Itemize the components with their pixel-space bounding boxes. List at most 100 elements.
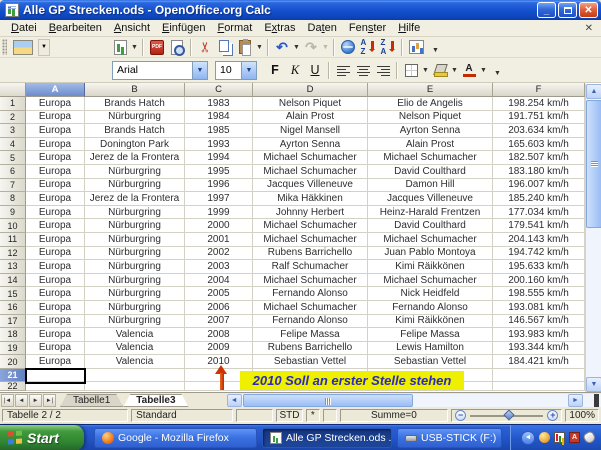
- cell-F12[interactable]: 194.742 km/h: [493, 247, 585, 261]
- font-color-icon[interactable]: [460, 61, 478, 79]
- export-pdf-icon[interactable]: [148, 38, 166, 56]
- cell-A16[interactable]: Europa: [26, 301, 85, 315]
- cell-D11[interactable]: Michael Schumacher: [253, 233, 368, 247]
- cell-A20[interactable]: Europa: [26, 355, 85, 369]
- align-right-icon[interactable]: [374, 61, 392, 79]
- new-document-icon[interactable]: [111, 38, 129, 56]
- cell-B6[interactable]: Nürburgring: [85, 165, 185, 179]
- cell-D16[interactable]: Michael Schumacher: [253, 301, 368, 315]
- redo-icon[interactable]: ↷: [302, 38, 320, 56]
- undo-icon[interactable]: ↶: [273, 38, 291, 56]
- cell-B8[interactable]: Jerez de la Frontera: [85, 192, 185, 206]
- cell-F13[interactable]: 195.633 km/h: [493, 260, 585, 274]
- cell-F11[interactable]: 204.143 km/h: [493, 233, 585, 247]
- menu-daten[interactable]: Daten: [302, 21, 343, 35]
- cell-B14[interactable]: Nürburgring: [85, 274, 185, 288]
- tray-mouse-icon[interactable]: [582, 430, 597, 445]
- cell-D19[interactable]: Rubens Barrichello: [253, 342, 368, 356]
- menu-extras[interactable]: Extras: [258, 21, 301, 35]
- cell-C11[interactable]: 2001: [185, 233, 253, 247]
- cell-A14[interactable]: Europa: [26, 274, 85, 288]
- vertical-scrollbar-thumb[interactable]: [586, 100, 601, 228]
- font-size-dropdown-icon[interactable]: ▼: [241, 62, 256, 79]
- font-color-dropdown[interactable]: ▼: [479, 61, 488, 79]
- cell-F20[interactable]: 184.421 km/h: [493, 355, 585, 369]
- taskbar-task-usb[interactable]: USB-STICK (F:): [397, 428, 502, 448]
- align-center-icon[interactable]: [354, 61, 372, 79]
- sort-descending-icon[interactable]: [379, 38, 397, 56]
- row-header-21[interactable]: 21: [0, 369, 26, 383]
- cell-C2[interactable]: 1984: [185, 111, 253, 125]
- cell-F22[interactable]: [493, 382, 585, 391]
- page-preview-icon[interactable]: [168, 38, 186, 56]
- cell-C10[interactable]: 2000: [185, 219, 253, 233]
- menu-format[interactable]: Format: [211, 21, 258, 35]
- copy-icon[interactable]: [216, 38, 234, 56]
- cell-A8[interactable]: Europa: [26, 192, 85, 206]
- cell-A17[interactable]: Europa: [26, 315, 85, 329]
- cell-D7[interactable]: Jacques Villeneuve: [253, 179, 368, 193]
- bold-button[interactable]: F: [266, 61, 284, 79]
- row-header-3[interactable]: 3: [0, 124, 26, 138]
- new-document-dropdown[interactable]: ▼: [130, 38, 139, 56]
- cell-E10[interactable]: David Coulthard: [368, 219, 493, 233]
- restore-button[interactable]: [558, 2, 577, 18]
- cell-C8[interactable]: 1997: [185, 192, 253, 206]
- cell-D10[interactable]: Michael Schumacher: [253, 219, 368, 233]
- cell-C14[interactable]: 2004: [185, 274, 253, 288]
- menu-fenster[interactable]: Fenster: [343, 21, 392, 35]
- menu-bearbeiten[interactable]: Bearbeiten: [43, 21, 108, 35]
- row-header-11[interactable]: 11: [0, 233, 26, 247]
- cell-E20[interactable]: Sebastian Vettel: [368, 355, 493, 369]
- row-header-12[interactable]: 12: [0, 247, 26, 261]
- cell-F6[interactable]: 183.180 km/h: [493, 165, 585, 179]
- redo-dropdown[interactable]: ▼: [321, 38, 330, 56]
- cell-D17[interactable]: Fernando Alonso: [253, 315, 368, 329]
- start-button[interactable]: Start: [0, 425, 84, 450]
- cell-E15[interactable]: Nick Heidfeld: [368, 287, 493, 301]
- next-sheet-icon[interactable]: ►: [29, 394, 42, 407]
- row-header-2[interactable]: 2: [0, 111, 26, 125]
- cell-A11[interactable]: Europa: [26, 233, 85, 247]
- background-gradient-swatch-icon[interactable]: [11, 38, 35, 56]
- zoom-slider[interactable]: [470, 415, 543, 417]
- close-button[interactable]: ✕: [579, 2, 598, 18]
- toolbar-overflow-dropdown[interactable]: ▼: [430, 38, 441, 56]
- cell-F16[interactable]: 193.081 km/h: [493, 301, 585, 315]
- cell-E3[interactable]: Ayrton Senna: [368, 124, 493, 138]
- cell-E1[interactable]: Elio de Angelis: [368, 97, 493, 111]
- insert-chart-icon[interactable]: [407, 38, 425, 56]
- cut-icon[interactable]: ✂: [196, 38, 214, 56]
- cell-D6[interactable]: Michael Schumacher: [253, 165, 368, 179]
- cell-A22[interactable]: [26, 382, 85, 391]
- cell-B7[interactable]: Nürburgring: [85, 179, 185, 193]
- cell-F2[interactable]: 191.751 km/h: [493, 111, 585, 125]
- select-all-corner[interactable]: [0, 83, 26, 97]
- sheet-tab-tabelle3[interactable]: Tabelle3: [123, 394, 188, 407]
- borders-dropdown[interactable]: ▼: [421, 61, 430, 79]
- background-color-dropdown[interactable]: ▼: [450, 61, 459, 79]
- cell-B22[interactable]: [85, 382, 185, 391]
- cell-F15[interactable]: 198.555 km/h: [493, 287, 585, 301]
- cell-B17[interactable]: Nürburgring: [85, 315, 185, 329]
- underline-button[interactable]: U: [306, 61, 324, 79]
- zoom-out-icon[interactable]: −: [455, 410, 466, 421]
- undo-dropdown[interactable]: ▼: [292, 38, 301, 56]
- previous-sheet-icon[interactable]: ◄: [15, 394, 28, 407]
- cell-F1[interactable]: 198.254 km/h: [493, 97, 585, 111]
- cell-F9[interactable]: 177.034 km/h: [493, 206, 585, 220]
- cell-B10[interactable]: Nürburgring: [85, 219, 185, 233]
- scroll-up-icon[interactable]: ▲: [586, 84, 601, 99]
- menu-datei[interactable]: Datei: [5, 21, 43, 35]
- first-sheet-icon[interactable]: |◄: [1, 394, 14, 407]
- cell-C19[interactable]: 2009: [185, 342, 253, 356]
- cell-D18[interactable]: Felipe Massa: [253, 328, 368, 342]
- tray-chevron-left-icon[interactable]: ◄: [521, 431, 535, 445]
- background-color-icon[interactable]: [431, 61, 449, 79]
- menu-einfgen[interactable]: Einfügen: [156, 21, 211, 35]
- cell-A15[interactable]: Europa: [26, 287, 85, 301]
- row-header-15[interactable]: 15: [0, 287, 26, 301]
- cell-F4[interactable]: 165.603 km/h: [493, 138, 585, 152]
- font-name-dropdown-icon[interactable]: ▼: [192, 62, 207, 79]
- row-header-7[interactable]: 7: [0, 179, 26, 193]
